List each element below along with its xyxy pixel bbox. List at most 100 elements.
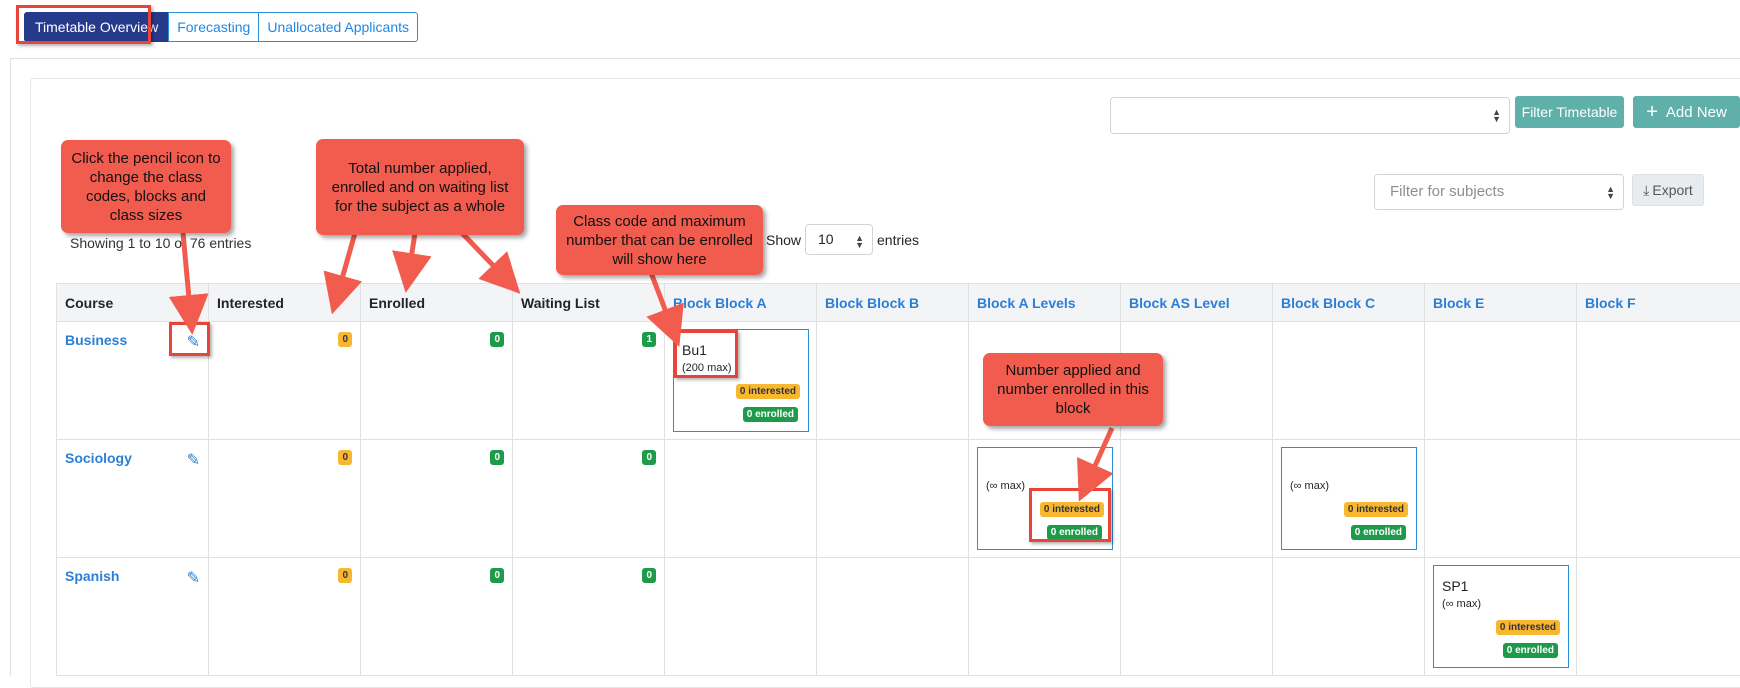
active-tab-highlight [16,5,151,44]
class-box[interactable]: SP1 (∞ max) 0 interested 0 enrolled [1433,565,1569,668]
block-cell [1425,322,1577,440]
table-row: Sociology ✎ 0 0 0 (∞ max) 0 interested 0… [57,440,1740,558]
entries-label: entries [877,232,919,248]
export-button[interactable]: ⤓ Export [1632,174,1704,206]
interested-badge: 0 [338,332,352,347]
callout-block: Number applied and number enrolled in th… [983,353,1163,426]
pencil-icon[interactable]: ✎ [187,450,200,470]
sort-caret-icon: ▲▼ [1606,186,1615,200]
waiting-badge: 0 [642,568,656,583]
waiting-cell: 0 [513,440,665,558]
block-cell [1577,440,1740,558]
class-box[interactable]: (∞ max) 0 interested 0 enrolled [1281,447,1417,550]
filter-subjects-placeholder: Filter for subjects [1390,183,1504,200]
pencil-highlight [169,322,210,356]
block-cell [817,322,969,440]
plus-icon: + [1646,102,1658,122]
interested-cell: 0 [209,322,361,440]
interested-cell: 0 [209,440,361,558]
block-cell [1121,558,1273,676]
block-cell: SP1 (∞ max) 0 interested 0 enrolled [1425,558,1577,676]
class-code: SP1 [1442,578,1468,594]
table-header-row: Course Interested Enrolled Waiting List … [57,284,1740,322]
col-header-block-a[interactable]: Block Block A [665,284,817,322]
course-link-business[interactable]: Business [65,332,127,348]
col-header-block-f[interactable]: Block F [1577,284,1740,322]
col-header-block-a-levels[interactable]: Block A Levels [969,284,1121,322]
enrolled-cell: 0 [361,440,513,558]
col-header-course[interactable]: Course [57,284,209,322]
course-link-sociology[interactable]: Sociology [65,450,132,466]
class-max: (∞ max) [986,480,1025,492]
block-cell [1273,322,1425,440]
course-link-spanish[interactable]: Spanish [65,568,119,584]
enrolled-cell: 0 [361,322,513,440]
block-cell [817,440,969,558]
interested-badge: 0 [338,450,352,465]
sort-caret-icon: ▲▼ [855,235,864,249]
block-badges-highlight [1029,488,1111,542]
interested-cell: 0 [209,558,361,676]
tab-unallocated-applicants[interactable]: Unallocated Applicants [258,12,418,42]
sort-caret-icon: ▲▼ [1492,109,1501,123]
table-row: Spanish ✎ 0 0 0 SP1 (∞ max) 0 interested… [57,558,1740,676]
block-cell [1273,558,1425,676]
col-header-waiting-list[interactable]: Waiting List [513,284,665,322]
block-cell [665,558,817,676]
callout-totals: Total number applied, enrolled and on wa… [316,139,524,235]
callout-class-code: Class code and maximum number that can b… [556,205,763,275]
divider [10,58,11,676]
callout-pencil: Click the pencil icon to change the clas… [61,140,231,233]
table-row: Business ✎ 0 0 1 Bu1 (200 max) 0 interes… [57,322,1740,440]
block-cell [665,440,817,558]
waiting-badge: 0 [642,450,656,465]
course-cell: Sociology ✎ [57,440,209,558]
enrolled-badge: 0 enrolled [1503,643,1558,658]
tab-forecasting[interactable]: Forecasting [168,12,259,42]
enrolled-badge: 0 [490,450,504,465]
col-header-block-e[interactable]: Block E [1425,284,1577,322]
timetable-table: Course Interested Enrolled Waiting List … [56,283,1740,676]
page-size-value: 10 [818,231,834,247]
download-icon: ⤓ [1643,182,1649,199]
block-cell [1577,558,1740,676]
enrolled-badge: 0 [490,568,504,583]
block-cell [1577,322,1740,440]
block-cell [969,558,1121,676]
interested-badge: 0 interested [736,384,800,399]
add-new-label: Add New [1666,104,1727,121]
block-cell [817,558,969,676]
page-size-select[interactable]: 10 ▲▼ [805,224,873,255]
show-label: Show [766,232,801,248]
interested-badge: 0 interested [1496,620,1560,635]
export-label: Export [1652,182,1692,198]
enrolled-badge: 0 enrolled [1351,525,1406,540]
class-max: (∞ max) [1442,598,1481,610]
block-cell [1425,440,1577,558]
col-header-block-b[interactable]: Block Block B [817,284,969,322]
interested-badge: 0 [338,568,352,583]
class-max: (∞ max) [1290,480,1329,492]
table-info: Showing 1 to 10 of 76 entries [70,235,251,251]
course-cell: Spanish ✎ [57,558,209,676]
col-header-enrolled[interactable]: Enrolled [361,284,513,322]
col-header-interested[interactable]: Interested [209,284,361,322]
class-code-highlight [674,330,738,378]
timetable-select[interactable]: ▲▼ [1110,97,1510,134]
pencil-icon[interactable]: ✎ [187,568,200,588]
waiting-cell: 0 [513,558,665,676]
enrolled-badge: 0 enrolled [743,407,798,422]
waiting-badge: 1 [642,332,656,347]
interested-badge: 0 interested [1344,502,1408,517]
block-cell: (∞ max) 0 interested 0 enrolled [1273,440,1425,558]
waiting-cell: 1 [513,322,665,440]
enrolled-badge: 0 [490,332,504,347]
filter-subjects-select[interactable]: Filter for subjects ▲▼ [1374,174,1624,210]
block-cell [1121,440,1273,558]
col-header-block-as-level[interactable]: Block AS Level [1121,284,1273,322]
col-header-block-c[interactable]: Block Block C [1273,284,1425,322]
enrolled-cell: 0 [361,558,513,676]
filter-timetable-button[interactable]: Filter Timetable [1515,96,1624,128]
add-new-button[interactable]: + Add New [1633,96,1740,128]
divider [10,58,1740,59]
